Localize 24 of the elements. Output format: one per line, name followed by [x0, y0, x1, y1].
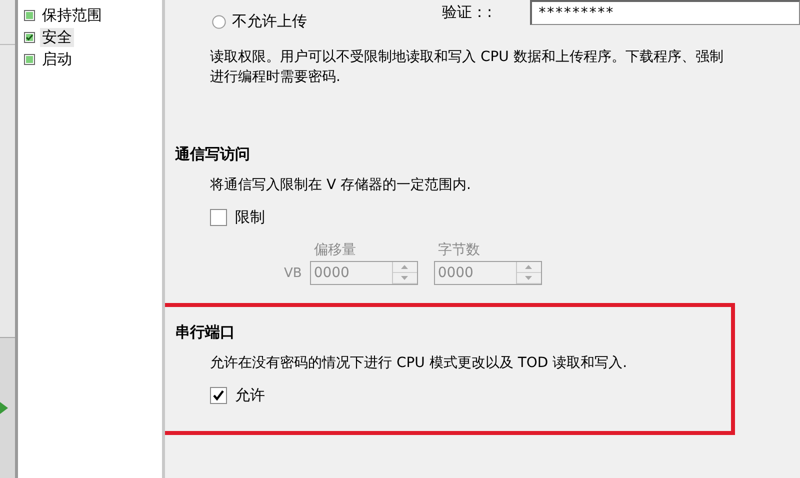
- section-heading: 通信写访问: [175, 145, 251, 164]
- checkbox-label: 限制: [235, 208, 265, 227]
- up-arrow-icon[interactable]: [401, 265, 408, 269]
- down-arrow-icon[interactable]: [401, 276, 408, 280]
- expand-arrow-icon[interactable]: [0, 402, 8, 414]
- tree-item[interactable]: 安全: [40, 28, 74, 46]
- up-arrow-icon[interactable]: [525, 265, 532, 269]
- radio-label: 不允许上传: [232, 12, 307, 31]
- radio-button[interactable]: [212, 14, 226, 28]
- field-prefix: VB: [284, 266, 302, 283]
- field-label: 验证：:: [442, 3, 492, 22]
- down-arrow-icon[interactable]: [525, 276, 532, 280]
- tree-item[interactable]: 保持范围: [40, 6, 104, 24]
- description-text: 将通信写入限制在 V 存储器的一定范围内.: [210, 176, 472, 194]
- field-label: 偏移量: [312, 241, 357, 259]
- checkbox[interactable]: [210, 209, 227, 226]
- checked-checkbox[interactable]: [210, 387, 227, 404]
- password-field[interactable]: *********: [530, 0, 800, 25]
- description-text: 读取权限。用户可以不受限制地读取和写入 CPU 数据和上传程序。下载程序、强制 进行编程时需要密码.: [210, 48, 724, 87]
- field-label: 字节数: [436, 241, 481, 259]
- description-text: 允许在没有密码的情况下进行 CPU 模式更改以及 TOD 读取和写入.: [210, 354, 628, 372]
- tree-item[interactable]: 启动: [40, 50, 74, 68]
- section-heading: 串行端口: [175, 323, 236, 342]
- checkbox-label: 允许: [235, 386, 265, 405]
